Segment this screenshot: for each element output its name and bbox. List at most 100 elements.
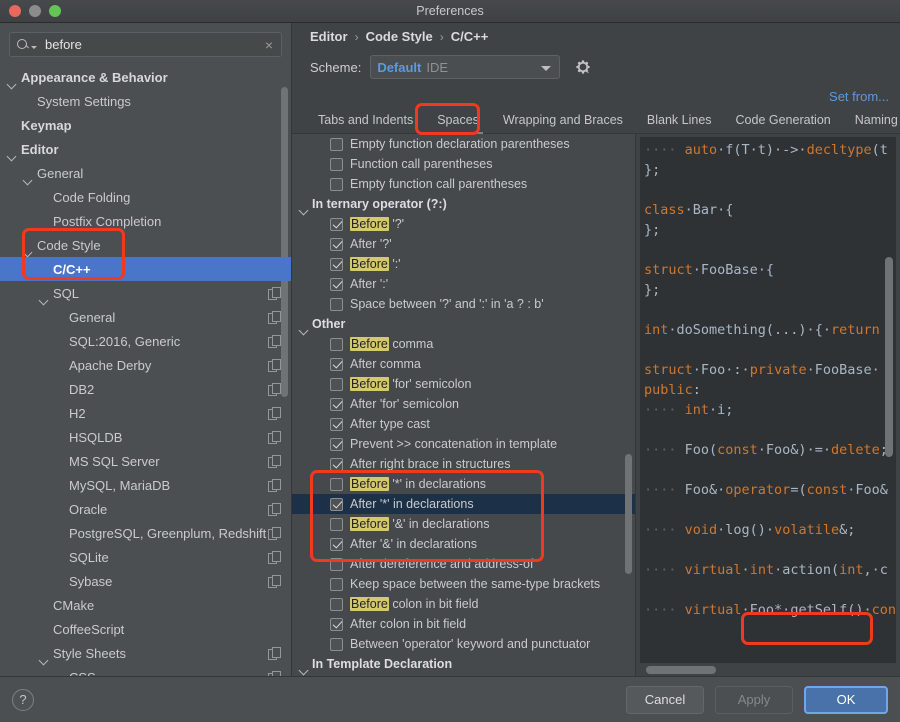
scheme-dropdown[interactable]: Default IDE: [370, 55, 561, 79]
option-checkbox[interactable]: [330, 597, 343, 611]
option-checkbox[interactable]: [330, 617, 343, 631]
copy-icon[interactable]: [268, 526, 281, 540]
option-row-function-call-parentheses[interactable]: Function call parentheses: [292, 154, 635, 174]
copy-icon[interactable]: [268, 670, 281, 676]
copy-icon[interactable]: [268, 286, 281, 300]
option-row-before-comma[interactable]: Before comma: [292, 334, 635, 354]
option-checkbox[interactable]: [330, 257, 343, 271]
option-row-before[interactable]: Before ':': [292, 254, 635, 274]
option-row-before-in-declarations[interactable]: Before '&' in declarations: [292, 514, 635, 534]
sidebar-item-mysql-mariadb[interactable]: MySQL, MariaDB: [0, 473, 291, 497]
option-row-after-type-cast[interactable]: After type cast: [292, 414, 635, 434]
option-row-empty-function-declaration-parentheses[interactable]: Empty function declaration parentheses: [292, 134, 635, 154]
sidebar-item-ms-sql-server[interactable]: MS SQL Server: [0, 449, 291, 473]
sidebar-item-sqlite[interactable]: SQLite: [0, 545, 291, 569]
spaces-options-list[interactable]: Empty function declaration parentheses Fu…: [292, 134, 636, 676]
option-checkbox[interactable]: [330, 537, 343, 551]
option-checkbox[interactable]: [330, 177, 343, 191]
sidebar-item-oracle[interactable]: Oracle: [0, 497, 291, 521]
copy-icon[interactable]: [268, 382, 281, 396]
option-group-in-template-declaration[interactable]: In Template Declaration: [292, 654, 635, 674]
copy-icon[interactable]: [268, 406, 281, 420]
code-vertical-scrollbar-thumb[interactable]: [885, 257, 893, 457]
option-row-after[interactable]: After '?': [292, 234, 635, 254]
sidebar-item-h2[interactable]: H2: [0, 401, 291, 425]
option-checkbox[interactable]: [330, 497, 343, 511]
code-preview[interactable]: ···· auto·f(T·t)·->·decltype(t}; class·B…: [640, 137, 896, 663]
tab-naming-c[interactable]: Naming C: [843, 113, 900, 133]
option-row-after-colon-in-bit-field[interactable]: After colon in bit field: [292, 614, 635, 634]
sidebar-item-sybase[interactable]: Sybase: [0, 569, 291, 593]
copy-icon[interactable]: [268, 646, 281, 660]
option-row-between-operator-keyword-and-punctuator[interactable]: Between 'operator' keyword and punctuato…: [292, 634, 635, 654]
code-horizontal-scrollbar-thumb[interactable]: [646, 666, 716, 674]
sidebar-item-postgresql-greenplum-redshift[interactable]: PostgreSQL, Greenplum, Redshift: [0, 521, 291, 545]
copy-icon[interactable]: [268, 550, 281, 564]
option-group-in-ternary-operator[interactable]: In ternary operator (?:): [292, 194, 635, 214]
option-row-before-for-semicolon[interactable]: Before 'for' semicolon: [292, 374, 635, 394]
options-scrollbar-thumb[interactable]: [625, 454, 632, 574]
sidebar-item-keymap[interactable]: Keymap: [0, 113, 291, 137]
option-checkbox[interactable]: [330, 417, 343, 431]
sidebar-item-coffeescript[interactable]: CoffeeScript: [0, 617, 291, 641]
option-row-after-dereference-and-address-of[interactable]: After dereference and address-of: [292, 554, 635, 574]
tab-wrapping-and-braces[interactable]: Wrapping and Braces: [491, 113, 635, 133]
tab-tabs-and-indents[interactable]: Tabs and Indents: [306, 113, 425, 133]
option-checkbox[interactable]: [330, 457, 343, 471]
sidebar-item-db2[interactable]: DB2: [0, 377, 291, 401]
sidebar-item-sql[interactable]: SQL: [0, 281, 291, 305]
cancel-button[interactable]: Cancel: [626, 685, 704, 714]
breadcrumb-item[interactable]: C/C++: [451, 29, 489, 44]
option-checkbox[interactable]: [330, 277, 343, 291]
tab-spaces[interactable]: Spaces: [425, 113, 491, 134]
code-horizontal-scrollbar[interactable]: [640, 663, 896, 676]
option-checkbox[interactable]: [330, 577, 343, 591]
set-from-link[interactable]: Set from...: [829, 89, 889, 104]
option-checkbox[interactable]: [330, 357, 343, 371]
option-row-after-comma[interactable]: After comma: [292, 354, 635, 374]
sidebar-item-c-c[interactable]: C/C++: [0, 257, 291, 281]
sidebar-item-postfix-completion[interactable]: Postfix Completion: [0, 209, 291, 233]
option-checkbox[interactable]: [330, 517, 343, 531]
option-checkbox[interactable]: [330, 237, 343, 251]
tab-blank-lines[interactable]: Blank Lines: [635, 113, 724, 133]
sidebar-item-editor[interactable]: Editor: [0, 137, 291, 161]
option-row-prevent-concatenation-in-template[interactable]: Prevent >> concatenation in template: [292, 434, 635, 454]
option-row-empty-function-call-parentheses[interactable]: Empty function call parentheses: [292, 174, 635, 194]
option-checkbox[interactable]: [330, 377, 343, 391]
help-button[interactable]: ?: [12, 688, 34, 711]
breadcrumb-item[interactable]: Editor: [310, 29, 348, 44]
search-input[interactable]: before: [37, 37, 265, 52]
copy-icon[interactable]: [268, 502, 281, 516]
ok-button[interactable]: OK: [804, 685, 888, 714]
option-checkbox[interactable]: [330, 557, 343, 571]
sidebar-item-hsqldb[interactable]: HSQLDB: [0, 425, 291, 449]
option-row-before-colon-in-bit-field[interactable]: Before colon in bit field: [292, 594, 635, 614]
option-row-after[interactable]: After ':': [292, 274, 635, 294]
settings-tabs[interactable]: Tabs and Indents Spaces Wrapping and Brace…: [292, 108, 900, 134]
breadcrumb-item[interactable]: Code Style: [366, 29, 433, 44]
option-row-after-in-declarations[interactable]: After '&' in declarations: [292, 534, 635, 554]
option-checkbox[interactable]: [330, 157, 343, 171]
option-row-after-in-declarations[interactable]: After '*' in declarations: [292, 494, 635, 514]
copy-icon[interactable]: [268, 358, 281, 372]
search-box[interactable]: before ×: [9, 32, 282, 57]
option-group-other[interactable]: Other: [292, 314, 635, 334]
option-row-before[interactable]: Before '?': [292, 214, 635, 234]
sidebar-item-style-sheets[interactable]: Style Sheets: [0, 641, 291, 665]
option-checkbox[interactable]: [330, 397, 343, 411]
option-row-keep-space-between-the-same-type-brackets[interactable]: Keep space between the same-type bracket…: [292, 574, 635, 594]
copy-icon[interactable]: [268, 574, 281, 588]
sidebar-item-general[interactable]: General: [0, 161, 291, 185]
copy-icon[interactable]: [268, 334, 281, 348]
copy-icon[interactable]: [268, 454, 281, 468]
option-checkbox[interactable]: [330, 477, 343, 491]
option-checkbox[interactable]: [330, 137, 343, 151]
apply-button[interactable]: Apply: [715, 685, 793, 714]
sidebar-item-apache-derby[interactable]: Apache Derby: [0, 353, 291, 377]
sidebar-item-code-style[interactable]: Code Style: [0, 233, 291, 257]
sidebar-item-sql-2016-generic[interactable]: SQL:2016, Generic: [0, 329, 291, 353]
option-checkbox[interactable]: [330, 297, 343, 311]
option-checkbox[interactable]: [330, 637, 343, 651]
option-row-after-right-brace-in-structures[interactable]: After right brace in structures: [292, 454, 635, 474]
